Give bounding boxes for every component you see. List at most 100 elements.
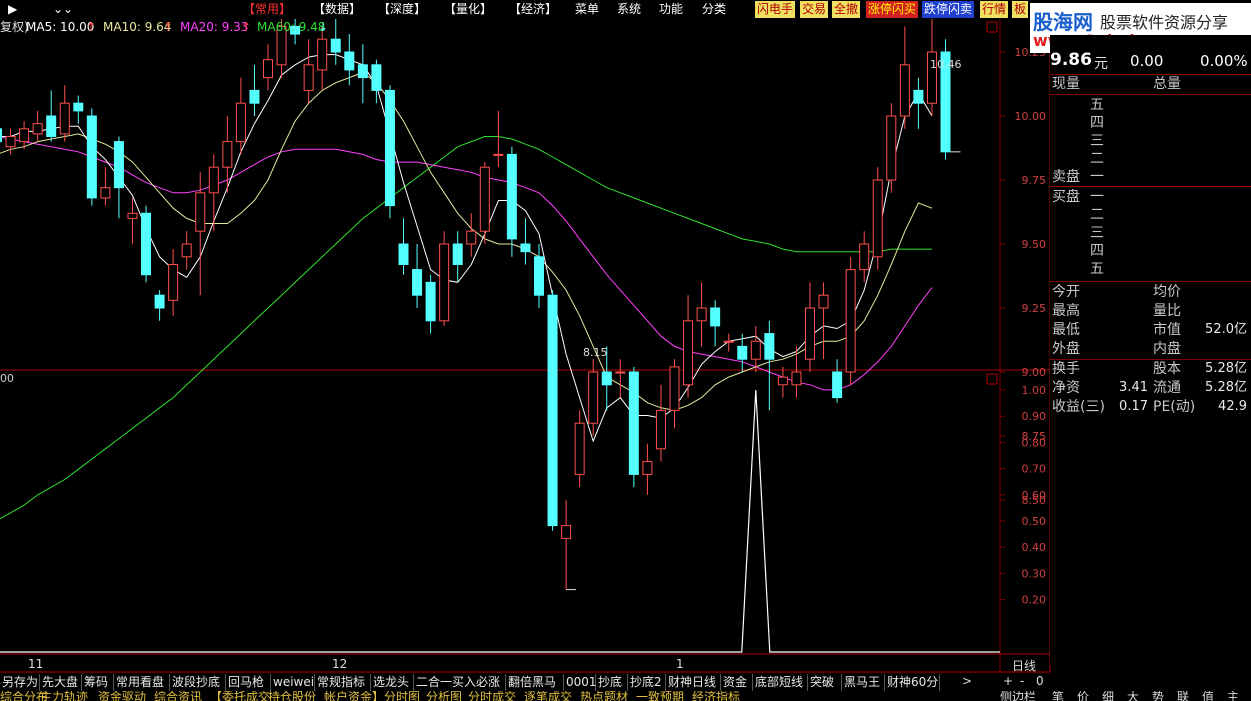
indicator-tab[interactable]: weiwei (271, 674, 315, 691)
indicator-tab[interactable]: 财神60分 (885, 674, 940, 691)
indicator-tab[interactable]: 波段抄底 (170, 674, 226, 691)
function-tab[interactable]: 持仓股份 (268, 691, 316, 701)
candle-up (777, 366, 788, 398)
function-tab[interactable]: 逐笔成交 (524, 691, 572, 701)
zero-button[interactable]: 0 (1036, 674, 1044, 688)
buy-level-5: 五 (1090, 261, 1104, 277)
indicator-tab[interactable]: 翻倍黑马 (506, 674, 564, 691)
side-tab[interactable]: 细 (1102, 691, 1114, 701)
menu-data[interactable]: 【数据】 (313, 0, 361, 19)
menu-category[interactable]: 分类 (702, 0, 726, 19)
indicator-tab[interactable]: 另存为 (0, 674, 40, 691)
open-label: 今开 (1052, 284, 1080, 300)
low-label: 最低 (1052, 322, 1080, 338)
eps-label: 收益(三) (1052, 399, 1105, 415)
indicator-tick-label: 0.50 (1022, 515, 1047, 528)
indicator-tab[interactable]: 财神日线 (666, 674, 721, 691)
indicator-tab[interactable]: 常规指标 (315, 674, 371, 691)
divider (1050, 186, 1251, 187)
zoom-out-button[interactable]: - (1020, 674, 1024, 688)
candle-body (425, 281, 436, 322)
flash-trade-button[interactable]: 闪电手 (755, 1, 796, 18)
side-tab[interactable]: 侧边栏 (1000, 691, 1036, 701)
candle-body (791, 371, 802, 386)
function-tab[interactable]: 分时成交 (468, 691, 516, 701)
buy-level-1: 一 (1090, 189, 1104, 205)
double-chevron-down-icon[interactable]: ⌄⌄ (53, 0, 73, 19)
side-tab[interactable]: 值 (1202, 691, 1214, 701)
board-button[interactable]: 板 (1012, 1, 1029, 18)
candle-up (561, 500, 572, 590)
quote-button[interactable]: 行情 (980, 1, 1009, 18)
function-tab[interactable]: 经济指标 (692, 691, 740, 701)
indicator-tab[interactable]: 突破 (808, 674, 842, 691)
play-icon[interactable]: ▶ (8, 0, 17, 19)
indicator-tab[interactable]: 底部短线 (753, 674, 808, 691)
menu-function[interactable]: 功能 (659, 0, 683, 19)
ma60-arrow-icon: ↓ (318, 20, 329, 34)
limit-down-sell-button[interactable]: 跌停闪卖 (922, 1, 975, 18)
indicator-tab[interactable]: 0001 (564, 674, 597, 691)
menu-economy[interactable]: 【经济】 (509, 0, 557, 19)
limit-up-buy-button[interactable]: 涨停闪买 (866, 1, 919, 18)
zoom-in-button[interactable]: + (1003, 674, 1013, 688)
function-tab[interactable]: 分时图 (384, 691, 420, 701)
candle-body (466, 230, 477, 245)
side-tab[interactable]: 联 (1177, 691, 1189, 701)
candle-down (547, 290, 558, 531)
indicator-tab[interactable]: 选龙头 (371, 674, 414, 691)
candle-down (113, 136, 124, 219)
candle-body (561, 525, 572, 539)
cancel-all-button[interactable]: 全撤 (832, 1, 861, 18)
ma10-arrow-icon: ↑ (163, 20, 174, 34)
side-tab[interactable]: 笔 (1052, 691, 1064, 701)
candle-body (412, 269, 423, 296)
outer-volume-label: 外盘 (1052, 341, 1080, 357)
function-tab[interactable]: 主力轨迹 (40, 691, 88, 701)
menu-quant[interactable]: 【量化】 (444, 0, 492, 19)
indicator-tab[interactable]: 资金 (721, 674, 753, 691)
candle-body (317, 38, 328, 71)
function-tab[interactable]: 资金驱动 (98, 691, 146, 701)
function-tab[interactable]: 分析图 (426, 691, 462, 701)
eps-value: 0.17 (1119, 399, 1148, 414)
candle-body (141, 212, 152, 276)
menu-depth[interactable]: 【深度】 (378, 0, 426, 19)
indicator-tab[interactable]: 回马枪 (226, 674, 271, 691)
trade-button[interactable]: 交易 (800, 1, 829, 18)
side-tab[interactable]: 主 (1227, 691, 1239, 701)
candle-up (59, 85, 70, 142)
indicator-tab[interactable]: 抄底2 (628, 674, 666, 691)
candle-body (452, 243, 463, 265)
period-label[interactable]: 日线 (1012, 657, 1036, 674)
menu-common[interactable]: 【常用】 (243, 0, 291, 19)
now-volume-label: 现量 (1052, 76, 1080, 92)
indicator-tab[interactable]: 筹码 (82, 674, 114, 691)
function-tab[interactable]: 综合资讯 (154, 691, 202, 701)
menu-system[interactable]: 系统 (617, 0, 641, 19)
candle-down (86, 108, 97, 206)
indicator-tab[interactable]: 抄底 (596, 674, 628, 691)
side-tab[interactable]: 大 (1127, 691, 1139, 701)
indicator-tab[interactable]: 常用看盘 (114, 674, 170, 691)
scroll-right-icon[interactable]: > (962, 674, 972, 688)
buy-label: 买盘 (1052, 189, 1080, 205)
indicator-tab[interactable]: 黑马王 (842, 674, 885, 691)
function-tab[interactable]: 热点题材 (580, 691, 628, 701)
function-tab[interactable]: 【委托成交 (210, 691, 270, 701)
indicator-tab[interactable]: 二合一买入必涨 (414, 674, 506, 691)
indicator-tick-label: 0.30 (1022, 567, 1047, 580)
side-tab[interactable]: 势 (1152, 691, 1164, 701)
date-label-nov: 11 (28, 657, 44, 671)
price-tick-label: 9.50 (1022, 238, 1047, 251)
indicator-tab[interactable]: 先大盘 (40, 674, 82, 691)
candle-up (493, 110, 504, 168)
candle-body (723, 340, 734, 343)
candle-body (249, 89, 260, 104)
function-tab[interactable]: 帐户资金】 (324, 691, 384, 701)
function-tab[interactable]: 一致预期 (636, 691, 684, 701)
menu-menu[interactable]: 菜单 (575, 0, 599, 19)
price-tick-label: 9.75 (1022, 174, 1047, 187)
side-tab[interactable]: 价 (1077, 691, 1089, 701)
candle-up (683, 295, 694, 398)
